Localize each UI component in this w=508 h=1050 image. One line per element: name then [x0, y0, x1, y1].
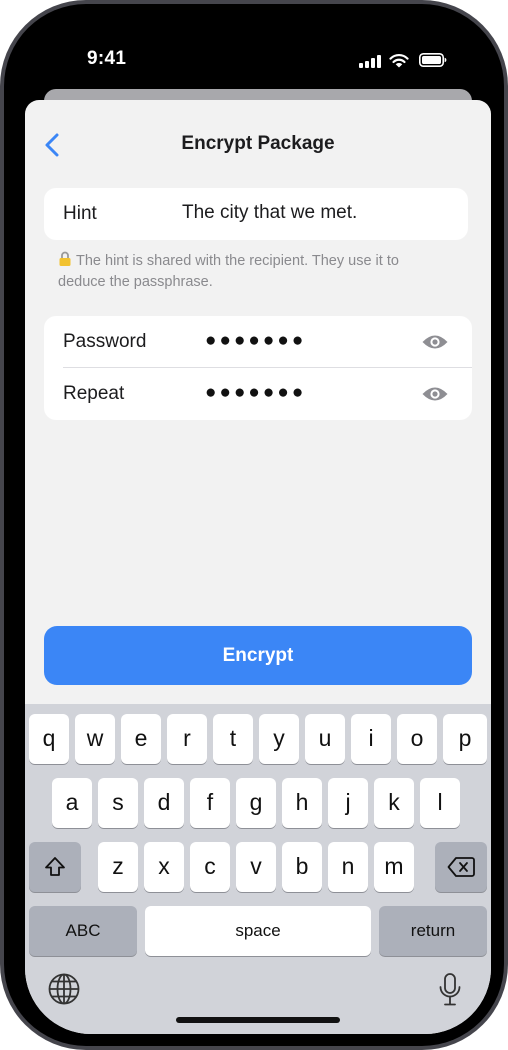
- key-e[interactable]: e: [121, 714, 161, 764]
- globe-icon[interactable]: [47, 972, 81, 1006]
- encrypt-sheet: Encrypt Package Hint The city that we me…: [25, 100, 491, 1034]
- repeat-input[interactable]: ●●●●●●●: [205, 382, 306, 404]
- repeat-label: Repeat: [63, 383, 125, 404]
- hint-input[interactable]: The city that we met.: [182, 202, 357, 224]
- abc-key[interactable]: ABC: [29, 906, 137, 956]
- home-indicator: [176, 1017, 340, 1023]
- key-w[interactable]: w: [75, 714, 115, 764]
- key-a[interactable]: a: [52, 778, 92, 828]
- key-c[interactable]: c: [190, 842, 230, 892]
- status-bar: 9:41: [25, 24, 491, 84]
- key-h[interactable]: h: [282, 778, 322, 828]
- key-t[interactable]: t: [213, 714, 253, 764]
- key-k[interactable]: k: [374, 778, 414, 828]
- battery-icon: [419, 53, 447, 67]
- hint-label: Hint: [63, 203, 97, 224]
- delete-key[interactable]: [435, 842, 487, 892]
- eye-icon[interactable]: [421, 384, 449, 404]
- key-j[interactable]: j: [328, 778, 368, 828]
- key-o[interactable]: o: [397, 714, 437, 764]
- mic-icon[interactable]: [438, 972, 462, 1008]
- hint-note: The hint is shared with the recipient. T…: [58, 251, 448, 293]
- eye-icon[interactable]: [421, 332, 449, 352]
- hint-field[interactable]: Hint The city that we met.: [44, 188, 468, 240]
- key-y[interactable]: y: [259, 714, 299, 764]
- delete-icon: [447, 857, 475, 877]
- navigation-bar: Encrypt Package: [25, 100, 491, 190]
- keyboard: q w e r t y u i o p a s d f g h j k l z …: [25, 704, 491, 1034]
- key-v[interactable]: v: [236, 842, 276, 892]
- key-p[interactable]: p: [443, 714, 487, 764]
- password-row[interactable]: Password ●●●●●●●: [44, 316, 472, 368]
- lock-icon: [59, 251, 71, 266]
- key-i[interactable]: i: [351, 714, 391, 764]
- key-m[interactable]: m: [374, 842, 414, 892]
- password-input[interactable]: ●●●●●●●: [205, 330, 306, 352]
- key-n[interactable]: n: [328, 842, 368, 892]
- password-group: Password ●●●●●●● Repeat ●●●●●●●: [44, 316, 472, 420]
- signal-icon: [359, 55, 381, 68]
- key-f[interactable]: f: [190, 778, 230, 828]
- key-g[interactable]: g: [236, 778, 276, 828]
- key-z[interactable]: z: [98, 842, 138, 892]
- wifi-icon: [389, 54, 409, 68]
- key-s[interactable]: s: [98, 778, 138, 828]
- key-u[interactable]: u: [305, 714, 345, 764]
- password-label: Password: [63, 331, 147, 352]
- shift-icon: [45, 857, 65, 876]
- encrypt-button[interactable]: Encrypt: [44, 626, 472, 685]
- key-x[interactable]: x: [144, 842, 184, 892]
- status-time: 9:41: [87, 48, 127, 69]
- key-b[interactable]: b: [282, 842, 322, 892]
- key-q[interactable]: q: [29, 714, 69, 764]
- key-d[interactable]: d: [144, 778, 184, 828]
- page-title: Encrypt Package: [181, 133, 335, 154]
- return-key[interactable]: return: [379, 906, 487, 956]
- key-r[interactable]: r: [167, 714, 207, 764]
- phone-frame: 9:41 Encrypt Package Hint The city that …: [0, 0, 508, 1050]
- phone-bezel: 9:41 Encrypt Package Hint The city that …: [4, 4, 504, 1046]
- repeat-row[interactable]: Repeat ●●●●●●●: [44, 368, 472, 420]
- screen: 9:41 Encrypt Package Hint The city that …: [25, 24, 491, 1034]
- shift-key[interactable]: [29, 842, 81, 892]
- space-key[interactable]: space: [145, 906, 371, 956]
- key-l[interactable]: l: [420, 778, 460, 828]
- hint-note-text: The hint is shared with the recipient. T…: [58, 253, 399, 290]
